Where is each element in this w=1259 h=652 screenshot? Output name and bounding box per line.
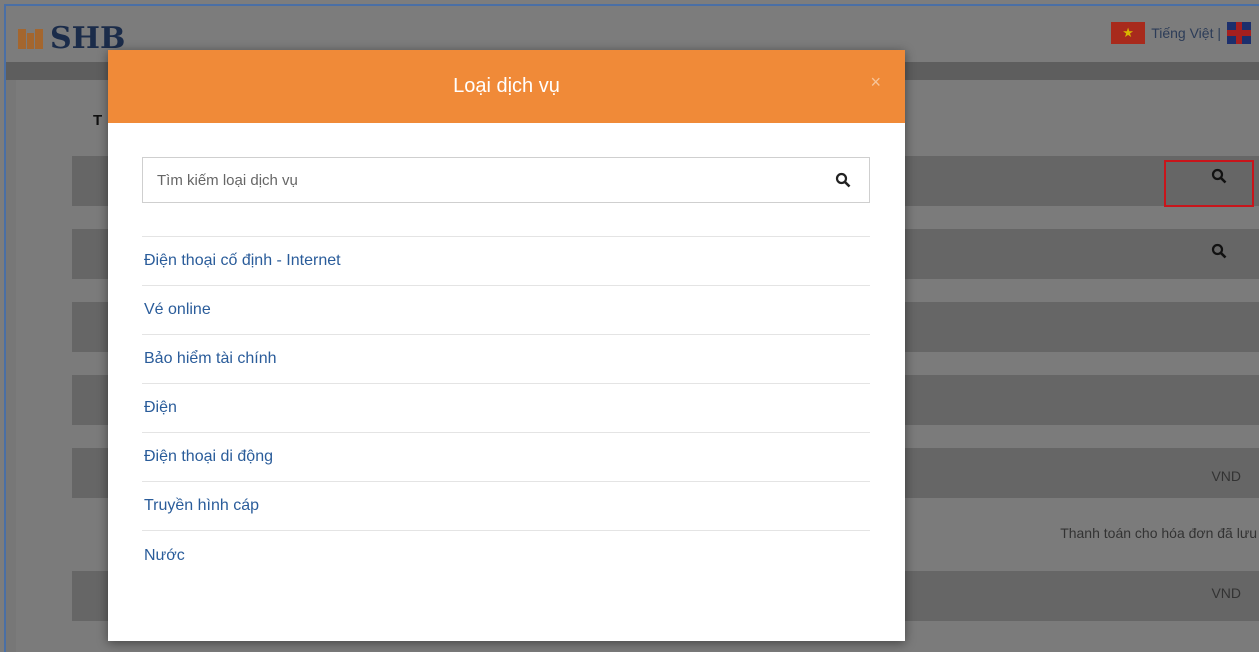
modal-title: Loại dịch vụ	[453, 75, 560, 97]
currency-label: VND	[1211, 585, 1241, 601]
search-icon[interactable]	[1211, 243, 1227, 264]
highlight-box	[1164, 160, 1254, 207]
list-item-service[interactable]: Vé online	[142, 286, 870, 335]
page-heading: T	[93, 112, 103, 129]
close-icon[interactable]: ×	[870, 72, 881, 93]
list-item-service[interactable]: Truyền hình cáp	[142, 482, 870, 531]
vietnam-flag-icon[interactable]	[1111, 22, 1146, 44]
list-item-service[interactable]: Điện thoại di động	[142, 433, 870, 482]
saved-bill-payment-label[interactable]: Thanh toán cho hóa đơn đã lưu	[1060, 525, 1257, 541]
service-type-modal: Loại dịch vụ × Điện thoại cố định - Inte…	[108, 50, 905, 641]
list-item-service[interactable]: Bảo hiểm tài chính	[142, 335, 870, 384]
currency-label: VND	[1211, 468, 1241, 484]
list-item-service[interactable]: Điện thoại cố định - Internet	[142, 237, 870, 286]
service-search-input[interactable]	[143, 159, 823, 201]
modal-header: Loại dịch vụ ×	[108, 50, 905, 123]
search-button[interactable]	[823, 158, 863, 202]
uk-flag-icon[interactable]	[1227, 22, 1251, 44]
service-search-box	[142, 157, 870, 203]
language-switcher: Tiếng Việt |	[1111, 22, 1251, 44]
service-type-list: Điện thoại cố định - Internet Vé online …	[142, 236, 870, 580]
shb-logo-mark-icon	[18, 25, 44, 51]
language-label[interactable]: Tiếng Việt |	[1151, 25, 1221, 41]
list-item-service[interactable]: Điện	[142, 384, 870, 433]
search-icon	[835, 172, 851, 188]
list-item-service[interactable]: Nước	[142, 531, 870, 580]
